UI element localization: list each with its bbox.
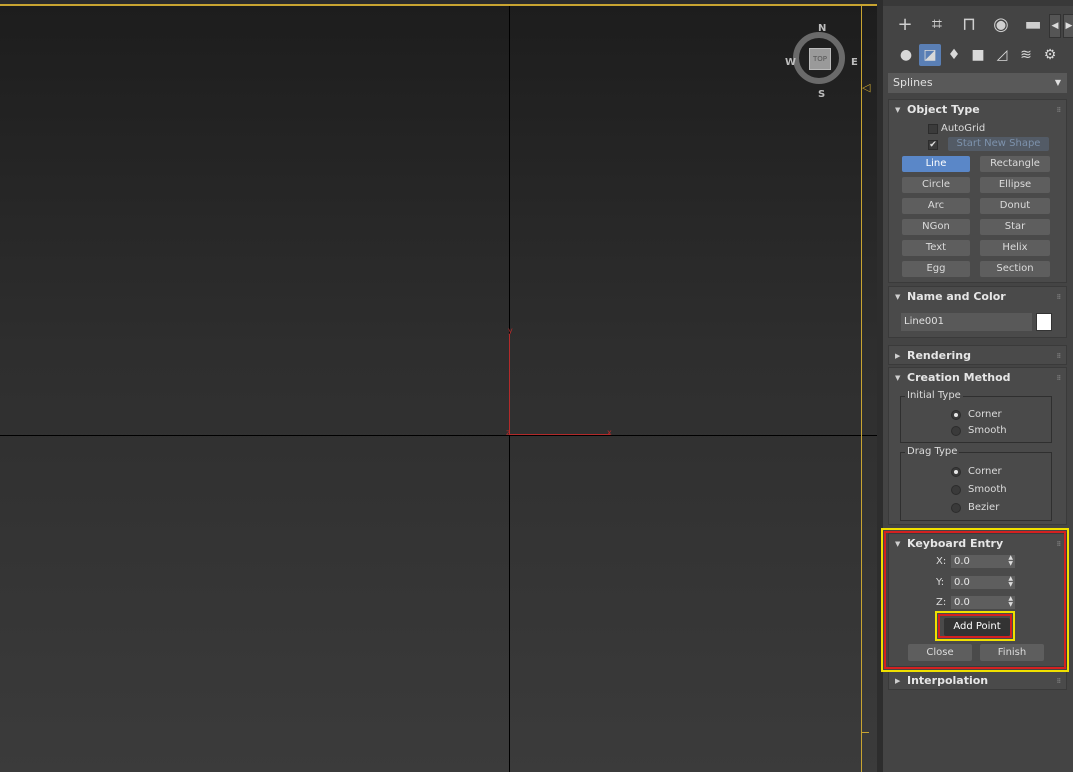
shapes-icon[interactable]: ◪ (919, 44, 941, 66)
rollout-header-creation-method[interactable]: ▼ Creation Method ⁞⁞ (889, 368, 1066, 388)
viewport-edge-marker-icon: ◁ (862, 81, 871, 94)
axis-tripod-y (509, 334, 510, 435)
create-category-subtabs: ● ◪ ♦ ■ ◿ ≋ ⚙ (889, 44, 1073, 66)
systems-icon[interactable]: ⚙ (1039, 44, 1061, 66)
rollout-header-interpolation[interactable]: ▶ Interpolation ⁞⁞ (889, 671, 1066, 691)
lights-icon[interactable]: ♦ (943, 44, 965, 66)
object-name-field[interactable]: Line001 (901, 313, 1032, 331)
drag-bezier-label: Bezier (968, 502, 1000, 513)
grip-icon: ⁞⁞ (1056, 374, 1061, 382)
rollout-object-type: ▼ Object Type ⁞⁞ AutoGrid ✔ Start New Sh… (888, 99, 1067, 283)
panel-top-strip (883, 0, 1073, 6)
initial-smooth-label: Smooth (968, 425, 1007, 436)
chevron-down-icon: ▼ (1054, 78, 1061, 87)
donut-button[interactable]: Donut (980, 198, 1050, 214)
drag-corner-label: Corner (968, 466, 1002, 477)
expand-triangle-icon: ▼ (895, 106, 901, 114)
axis-label-z: z (506, 428, 511, 437)
rollout-interpolation: ▶ Interpolation ⁞⁞ (888, 670, 1067, 690)
helpers-icon[interactable]: ◿ (991, 44, 1013, 66)
category-dropdown[interactable]: Splines ▼ (888, 73, 1067, 93)
hierarchy-tab-icon[interactable]: ⊓ (955, 12, 983, 38)
section-button[interactable]: Section (980, 261, 1050, 277)
tabs-scroll-right-icon[interactable]: ▶ (1063, 14, 1073, 38)
grip-icon: ⁞⁞ (1056, 352, 1061, 360)
rollout-creation-method: ▼ Creation Method ⁞⁞ Initial Type Corner… (888, 367, 1067, 525)
collapsed-triangle-icon: ▶ (895, 677, 901, 685)
modify-tab-icon[interactable]: ⌗ (923, 12, 951, 38)
rollout-header-object-type[interactable]: ▼ Object Type ⁞⁞ (889, 100, 1066, 120)
collapsed-triangle-icon: ▶ (895, 352, 901, 360)
create-tab-icon[interactable]: + (891, 12, 919, 38)
ngon-button[interactable]: NGon (902, 219, 970, 235)
drag-smooth-radio[interactable] (951, 485, 961, 495)
compass-east: E (851, 57, 858, 68)
grip-icon: ⁞⁞ (1056, 106, 1061, 114)
expand-triangle-icon: ▼ (895, 293, 901, 301)
text-button[interactable]: Text (902, 240, 970, 256)
arc-button[interactable]: Arc (902, 198, 970, 214)
compass-north: N (818, 23, 827, 34)
ellipse-button[interactable]: Ellipse (980, 177, 1050, 193)
egg-button[interactable]: Egg (902, 261, 970, 277)
circle-button[interactable]: Circle (902, 177, 970, 193)
space-warps-icon[interactable]: ≋ (1015, 44, 1037, 66)
rollout-header-name-and-color[interactable]: ▼ Name and Color ⁞⁞ (889, 287, 1066, 307)
viewport-safe-frame-edge (861, 6, 862, 772)
display-tab-icon[interactable]: ▬ (1019, 12, 1047, 38)
rollout-name-and-color: ▼ Name and Color ⁞⁞ Line001 (888, 286, 1067, 338)
compass-west: W (785, 57, 797, 68)
autogrid-checkbox[interactable] (928, 124, 938, 134)
axis-label-x: x (607, 428, 612, 437)
highlight-keyboard-entry-inner (884, 531, 1066, 669)
drag-type-label: Drag Type (905, 446, 960, 458)
drag-smooth-label: Smooth (968, 484, 1007, 495)
autogrid-label: AutoGrid (941, 123, 986, 134)
helix-button[interactable]: Helix (980, 240, 1050, 256)
rectangle-button[interactable]: Rectangle (980, 156, 1050, 172)
viewcube-face-top[interactable]: TOP (809, 48, 831, 70)
start-new-shape-checkbox[interactable]: ✔ (928, 140, 938, 150)
initial-smooth-radio[interactable] (951, 426, 961, 436)
viewport-edge-tick (861, 732, 869, 733)
rollout-rendering: ▶ Rendering ⁞⁞ (888, 345, 1067, 365)
drag-bezier-radio[interactable] (951, 503, 961, 513)
star-button[interactable]: Star (980, 219, 1050, 235)
initial-corner-label: Corner (968, 409, 1002, 420)
expand-triangle-icon: ▼ (895, 374, 901, 382)
line-button[interactable]: Line (902, 156, 970, 172)
command-panel-tabs: + ⌗ ⊓ ◉ ▬ ◀ ▶ (889, 12, 1073, 38)
tabs-scroll-left-icon[interactable]: ◀ (1049, 14, 1061, 38)
axis-tripod-x (509, 434, 610, 435)
cameras-icon[interactable]: ■ (967, 44, 989, 66)
initial-type-label: Initial Type (905, 390, 963, 402)
category-dropdown-value: Splines (893, 76, 933, 89)
initial-corner-radio[interactable] (951, 410, 961, 420)
highlight-add-point-inner (938, 614, 1012, 638)
object-color-swatch[interactable] (1036, 313, 1052, 331)
drag-corner-radio[interactable] (951, 467, 961, 477)
geometry-icon[interactable]: ● (895, 44, 917, 66)
axis-label-y: y (508, 326, 513, 335)
motion-tab-icon[interactable]: ◉ (987, 12, 1015, 38)
grid-axis-horizontal (0, 435, 877, 436)
grip-icon: ⁞⁞ (1056, 293, 1061, 301)
viewport-top[interactable]: ◁ y x z TOP N S E W (0, 4, 877, 772)
start-new-shape-button[interactable]: Start New Shape (948, 137, 1049, 151)
compass-south: S (818, 89, 826, 100)
rollout-header-rendering[interactable]: ▶ Rendering ⁞⁞ (889, 346, 1066, 366)
viewcube[interactable]: TOP N S E W (785, 24, 859, 102)
grip-icon: ⁞⁞ (1056, 677, 1061, 685)
